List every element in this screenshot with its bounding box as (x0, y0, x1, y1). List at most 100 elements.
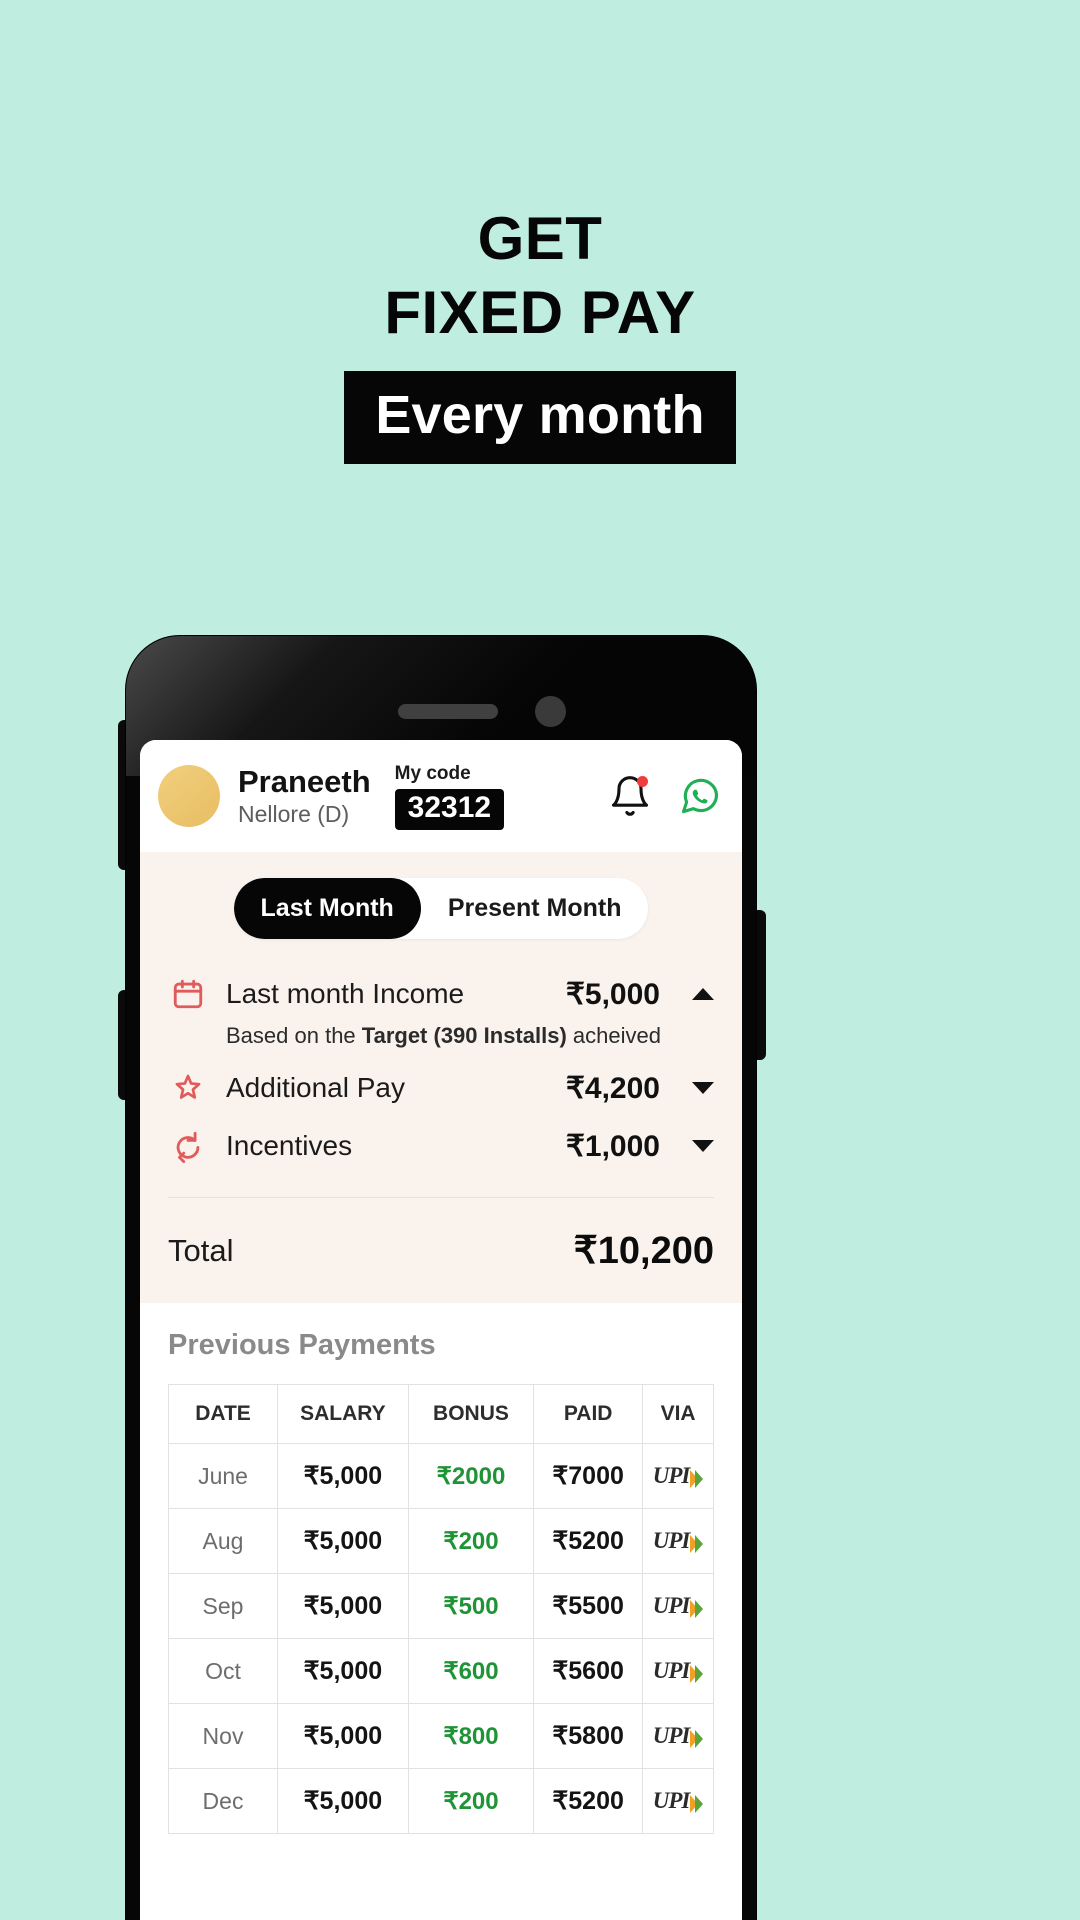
cell-salary: ₹5,000 (277, 1573, 409, 1639)
table-row: Sep ₹5,000 ₹500 ₹5500 UPI (168, 1573, 714, 1639)
cell-via: UPI (642, 1508, 714, 1574)
cell-date: Nov (168, 1703, 278, 1769)
total-label: Total (168, 1232, 234, 1268)
cell-bonus: ₹200 (407, 1508, 535, 1574)
upi-logo-icon: UPI (653, 1789, 704, 1813)
cell-salary: ₹5,000 (277, 1638, 409, 1704)
cell-date: Aug (168, 1508, 278, 1574)
row-subtext-bold: Target (390 Installs) (361, 1023, 567, 1048)
user-name: Praneeth (238, 764, 371, 800)
refund-arrow-icon (168, 1126, 208, 1166)
upi-logo-icon: UPI (653, 1659, 704, 1683)
whatsapp-support-button[interactable] (678, 774, 722, 818)
cell-date: Sep (168, 1573, 278, 1639)
cell-via: UPI (642, 1768, 714, 1834)
table-row: Nov ₹5,000 ₹800 ₹5800 UPI (168, 1703, 714, 1769)
cell-bonus: ₹2000 (407, 1443, 535, 1509)
table-body: June ₹5,000 ₹2000 ₹7000 UPI Aug ₹5,000 ₹200 ₹520… (168, 1443, 714, 1834)
table-row: Oct ₹5,000 ₹600 ₹5600 UPI (168, 1638, 714, 1704)
user-info: Praneeth Nellore (D) (238, 765, 371, 827)
phone-front-camera (535, 696, 566, 727)
cell-paid: ₹5500 (533, 1573, 644, 1639)
total-row: Total ₹10,200 (140, 1198, 742, 1277)
cell-paid: ₹7000 (533, 1443, 644, 1509)
cell-paid: ₹5600 (533, 1638, 644, 1704)
cell-via: UPI (642, 1443, 714, 1509)
previous-payments-section: Previous Payments DATE SALARY BONUS PAID… (140, 1303, 742, 1834)
row-last-month-income[interactable]: Last month Income ₹5,000 (168, 965, 714, 1023)
column-header-paid: PAID (533, 1384, 644, 1444)
notification-badge (637, 776, 648, 787)
earnings-card: Last Month Present Month Last month Inco… (140, 852, 742, 1303)
cell-date: Dec (168, 1768, 278, 1834)
row-amount: ₹1,000 (565, 1129, 660, 1163)
cell-salary: ₹5,000 (277, 1768, 409, 1834)
upi-logo-icon: UPI (653, 1464, 704, 1488)
cell-date: June (168, 1443, 278, 1509)
upi-logo-icon: UPI (653, 1529, 704, 1553)
table-row: June ₹5,000 ₹2000 ₹7000 UPI (168, 1443, 714, 1509)
app-screen: Praneeth Nellore (D) My code 32312 Last … (140, 740, 742, 1920)
table-row: Aug ₹5,000 ₹200 ₹5200 UPI (168, 1508, 714, 1574)
tab-last-month[interactable]: Last Month (233, 878, 421, 939)
cell-salary: ₹5,000 (277, 1443, 409, 1509)
cell-paid: ₹5800 (533, 1703, 644, 1769)
upi-logo-icon: UPI (653, 1594, 704, 1618)
previous-payments-table: DATE SALARY BONUS PAID VIA June ₹5,000 ₹20… (168, 1384, 714, 1834)
row-label: Additional Pay (226, 1072, 406, 1103)
month-toggle: Last Month Present Month (233, 878, 649, 939)
user-location: Nellore (D) (238, 800, 350, 827)
column-header-via: VIA (642, 1384, 714, 1444)
cell-via: UPI (642, 1703, 714, 1769)
promo-screenshot: GET FIXED PAY Every month Praneeth Nello… (0, 0, 1080, 1920)
chevron-up-icon[interactable] (692, 988, 714, 1000)
row-amount: ₹5,000 (565, 977, 660, 1011)
notifications-button[interactable] (608, 774, 652, 818)
chevron-down-icon[interactable] (692, 1140, 714, 1152)
table-header-row: DATE SALARY BONUS PAID VIA (168, 1384, 714, 1444)
cell-date: Oct (168, 1638, 278, 1704)
cell-salary: ₹5,000 (277, 1703, 409, 1769)
column-header-bonus: BONUS (407, 1384, 535, 1444)
phone-mockup: Praneeth Nellore (D) My code 32312 Last … (126, 636, 756, 1920)
cell-bonus: ₹800 (407, 1703, 535, 1769)
total-amount: ₹10,200 (573, 1230, 714, 1272)
app-header: Praneeth Nellore (D) My code 32312 (140, 740, 742, 852)
column-header-salary: SALARY (277, 1384, 409, 1444)
cell-paid: ₹5200 (533, 1768, 644, 1834)
my-code-block[interactable]: My code 32312 (394, 762, 505, 830)
calendar-icon (168, 974, 208, 1014)
cell-paid: ₹5200 (533, 1508, 644, 1574)
hero-copy: GET FIXED PAY Every month (0, 0, 1080, 464)
row-amount: ₹4,200 (565, 1071, 660, 1105)
hero-banner-wrap: Every month (0, 370, 1080, 464)
earnings-rows: Last month Income ₹5,000 Based on the Ta… (140, 965, 742, 1175)
row-subtext-prefix: Based on the (226, 1023, 362, 1048)
month-toggle-wrap: Last Month Present Month (140, 852, 742, 939)
upi-logo-icon: UPI (653, 1724, 704, 1748)
previous-payments-title: Previous Payments (168, 1329, 436, 1361)
cell-via: UPI (642, 1573, 714, 1639)
row-incentives[interactable]: Incentives ₹1,000 (168, 1117, 714, 1175)
my-code-value: 32312 (394, 788, 505, 830)
column-header-date: DATE (168, 1384, 278, 1444)
avatar[interactable] (158, 765, 220, 827)
star-outline-icon (168, 1068, 208, 1108)
row-additional-pay[interactable]: Additional Pay ₹4,200 (168, 1059, 714, 1117)
cell-bonus: ₹500 (407, 1573, 535, 1639)
phone-earpiece-speaker (398, 704, 498, 719)
header-actions (608, 774, 722, 818)
tab-present-month[interactable]: Present Month (421, 878, 649, 939)
whatsapp-icon (681, 778, 719, 814)
cell-bonus: ₹200 (407, 1768, 535, 1834)
cell-via: UPI (642, 1638, 714, 1704)
chevron-down-icon[interactable] (692, 1082, 714, 1094)
table-row: Dec ₹5,000 ₹200 ₹5200 UPI (168, 1768, 714, 1834)
row-subtext-suffix: acheived (566, 1023, 661, 1048)
hero-headline-line2: FIXED PAY (384, 278, 696, 346)
hero-headline-line1: GET (477, 205, 603, 272)
my-code-label: My code (394, 762, 471, 784)
row-label: Last month Income (226, 978, 465, 1009)
hero-banner: Every month (344, 370, 736, 464)
row-subtext: Based on the Target (390 Installs) achei… (226, 1023, 714, 1049)
